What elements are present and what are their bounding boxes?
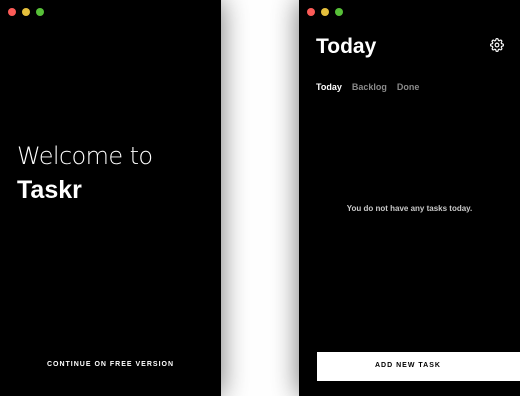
screenshot-stage: Welcome to Taskr CONTINUE ON FREE VERSIO… xyxy=(0,0,520,396)
main-window: Today Today Backlog Done You do not have… xyxy=(299,0,520,396)
add-new-task-button[interactable]: ADD NEW TASK xyxy=(317,352,520,381)
settings-button[interactable] xyxy=(490,38,504,52)
app-name: Taskr xyxy=(17,176,82,204)
maximize-window-button[interactable] xyxy=(335,8,343,16)
tab-today[interactable]: Today xyxy=(316,82,342,92)
onboarding-window: Welcome to Taskr CONTINUE ON FREE VERSIO… xyxy=(0,0,221,396)
window-controls xyxy=(307,8,343,16)
maximize-window-button[interactable] xyxy=(36,8,44,16)
welcome-heading: Welcome to xyxy=(17,142,153,170)
tab-done[interactable]: Done xyxy=(397,82,420,92)
window-controls xyxy=(8,8,44,16)
empty-state-message: You do not have any tasks today. xyxy=(346,204,473,213)
gear-icon xyxy=(490,38,504,52)
minimize-window-button[interactable] xyxy=(22,8,30,16)
page-title: Today xyxy=(316,35,377,58)
tab-backlog[interactable]: Backlog xyxy=(352,82,387,92)
add-new-task-label: ADD NEW TASK xyxy=(375,362,441,369)
minimize-window-button[interactable] xyxy=(321,8,329,16)
close-window-button[interactable] xyxy=(8,8,16,16)
close-window-button[interactable] xyxy=(307,8,315,16)
continue-free-version-button[interactable]: CONTINUE ON FREE VERSION xyxy=(0,361,221,368)
tab-bar: Today Backlog Done xyxy=(316,82,419,92)
